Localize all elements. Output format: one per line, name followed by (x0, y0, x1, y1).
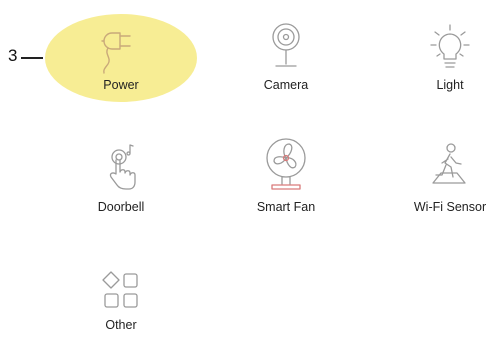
callout-number: 3 (8, 46, 18, 65)
device-tile-light[interactable]: Light (385, 20, 489, 92)
callout-line (21, 57, 43, 59)
motion-sensor-icon (432, 143, 466, 184)
device-label: Wi-Fi Sensor (413, 200, 487, 214)
device-tile-smart-fan[interactable]: Smart Fan (221, 136, 351, 214)
doorbell-icon (109, 144, 136, 190)
camera-icon (272, 23, 300, 67)
device-label: Doorbell (97, 200, 145, 214)
device-tile-power[interactable]: Power (56, 24, 186, 92)
device-label: Power (103, 78, 139, 92)
fan-icon (266, 138, 306, 190)
device-tile-camera[interactable]: Camera (221, 20, 351, 92)
device-label: Smart Fan (256, 200, 316, 214)
device-tile-other[interactable]: Other (56, 268, 186, 332)
device-tile-doorbell[interactable]: Doorbell (56, 140, 186, 214)
device-label: Light (436, 78, 464, 92)
light-bulb-icon (430, 24, 470, 68)
device-label: Camera (263, 78, 309, 92)
other-grid-icon (102, 271, 138, 308)
device-tile-wifi-sensor[interactable]: Wi-Fi Sensor (385, 140, 489, 214)
power-plug-icon (101, 32, 131, 74)
device-label: Other (105, 318, 137, 332)
